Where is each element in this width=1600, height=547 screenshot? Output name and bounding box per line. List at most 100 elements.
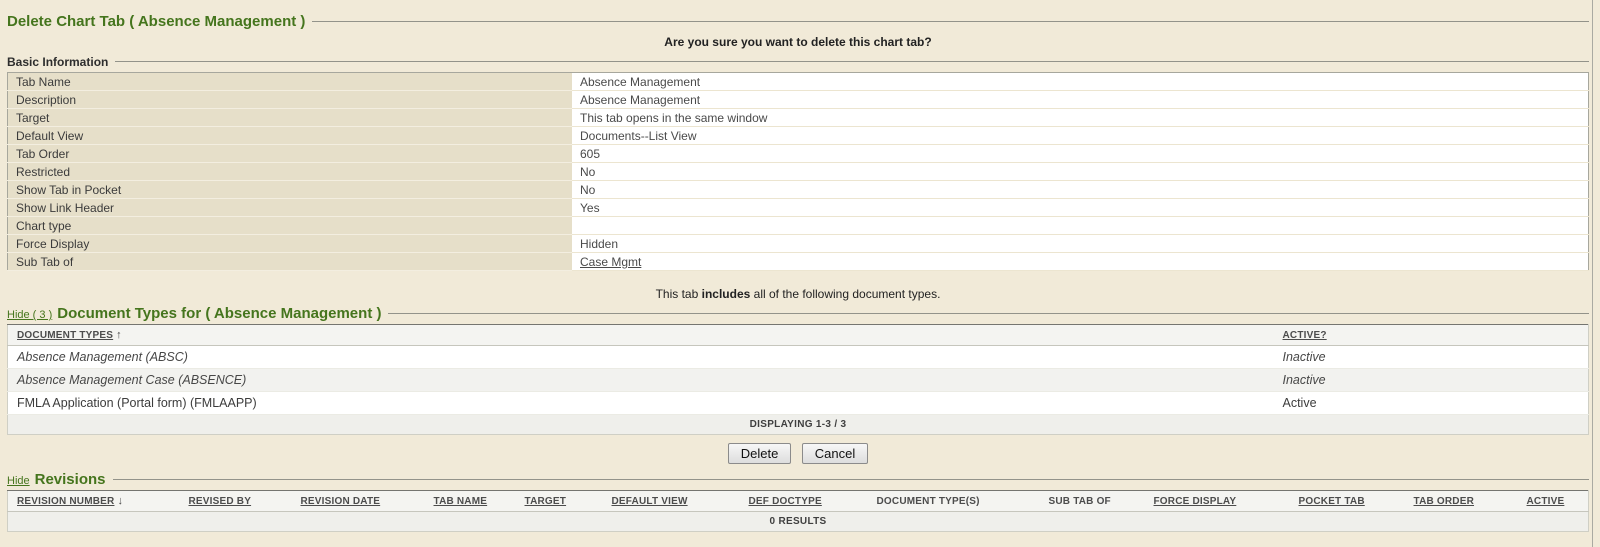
sort-document-types[interactable]: DOCUMENT TYPES <box>17 330 113 341</box>
table-row: Sub Tab of Case Mgmt <box>8 253 1589 271</box>
results-row: 0 RESULTS <box>8 512 1589 532</box>
table-row: Tab Order 605 <box>8 145 1589 163</box>
sort-active[interactable]: ACTIVE? <box>1283 330 1327 341</box>
revisions-title: Revisions <box>35 471 106 488</box>
field-label: Chart type <box>8 217 573 235</box>
field-label: Restricted <box>8 163 573 181</box>
force-display-column-header: FORCE DISPLAY <box>1145 491 1290 512</box>
sort-default-view[interactable]: DEFAULT VIEW <box>612 496 688 507</box>
tab-order-column-header: TAB ORDER <box>1405 491 1518 512</box>
revisions-table: REVISION NUMBER↓ REVISED BY REVISION DAT… <box>7 490 1589 532</box>
basic-info-rule <box>115 61 1589 62</box>
document-types-column-header: DOCUMENT TYPE(S) <box>868 491 1040 512</box>
sort-def-doctype[interactable]: DEF DOCTYPE <box>749 496 822 507</box>
table-row: Restricted No <box>8 163 1589 181</box>
table-row: Tab Name Absence Management <box>8 73 1589 91</box>
field-label: Target <box>8 109 573 127</box>
sort-force-display[interactable]: FORCE DISPLAY <box>1154 496 1237 507</box>
field-value: 605 <box>572 145 1589 163</box>
doc-types-rule <box>388 313 1589 314</box>
field-value: Documents--List View <box>572 127 1589 145</box>
doc-type-name: FMLA Application (Portal form) (FMLAAPP) <box>8 392 1274 415</box>
displaying-count: DISPLAYING 1-3 / 3 <box>8 415 1589 435</box>
field-label: Show Tab in Pocket <box>8 181 573 199</box>
doc-type-active: Inactive <box>1274 346 1589 369</box>
sort-asc-icon: ↑ <box>116 329 122 341</box>
basic-info-table: Tab Name Absence Management Description … <box>7 72 1589 271</box>
results-count: 0 RESULTS <box>8 512 1589 532</box>
table-row: Absence Management (ABSC) Inactive <box>8 346 1589 369</box>
sort-tab-order[interactable]: TAB ORDER <box>1414 496 1475 507</box>
sort-desc-icon: ↓ <box>117 495 123 507</box>
table-row: Show Tab in Pocket No <box>8 181 1589 199</box>
default-view-column-header: DEFAULT VIEW <box>603 491 740 512</box>
doc-type-active: Active <box>1274 392 1589 415</box>
sort-revised-by[interactable]: REVISED BY <box>189 496 252 507</box>
revised-by-column-header: REVISED BY <box>180 491 292 512</box>
table-row: Target This tab opens in the same window <box>8 109 1589 127</box>
table-row: FMLA Application (Portal form) (FMLAAPP)… <box>8 392 1589 415</box>
tab-name-column-header: TAB NAME <box>425 491 516 512</box>
sort-revision-number[interactable]: REVISION NUMBER <box>17 496 114 507</box>
revision-date-column-header: REVISION DATE <box>292 491 425 512</box>
cancel-button[interactable]: Cancel <box>802 443 868 464</box>
confirm-question: Are you sure you want to delete this cha… <box>7 35 1589 49</box>
hide-revisions-link[interactable]: Hide <box>7 475 30 487</box>
field-label: Description <box>8 91 573 109</box>
field-label: Sub Tab of <box>8 253 573 271</box>
revision-number-column-header: REVISION NUMBER↓ <box>8 491 180 512</box>
basic-info-title-row: Basic Information <box>7 55 1589 69</box>
table-row: Description Absence Management <box>8 91 1589 109</box>
includes-note: This tab includes all of the following d… <box>7 287 1589 301</box>
field-value: No <box>572 181 1589 199</box>
doc-types-table: DOCUMENT TYPES↑ ACTIVE? Absence Manageme… <box>7 324 1589 435</box>
frame-divider <box>1592 0 1593 547</box>
includes-note-bold: includes <box>702 287 751 301</box>
active-column-header: ACTIVE <box>1518 491 1589 512</box>
doc-type-active: Inactive <box>1274 369 1589 392</box>
hide-doc-types-link[interactable]: Hide ( 3 ) <box>7 309 52 321</box>
field-value: This tab opens in the same window <box>572 109 1589 127</box>
field-value: Absence Management <box>572 91 1589 109</box>
doc-types-column-header: DOCUMENT TYPES↑ <box>8 325 1274 346</box>
displaying-row: DISPLAYING 1-3 / 3 <box>8 415 1589 435</box>
sub-tab-of-column-header: SUB TAB OF <box>1040 491 1145 512</box>
basic-info-title: Basic Information <box>7 55 108 69</box>
revisions-header-row: REVISION NUMBER↓ REVISED BY REVISION DAT… <box>8 491 1589 512</box>
revisions-rule <box>113 479 1590 480</box>
field-value: Yes <box>572 199 1589 217</box>
doc-types-title: Document Types for ( Absence Management … <box>57 305 381 322</box>
field-value <box>572 217 1589 235</box>
table-row: Force Display Hidden <box>8 235 1589 253</box>
sub-tab-of-link[interactable]: Case Mgmt <box>580 255 641 269</box>
field-label: Tab Order <box>8 145 573 163</box>
def-doctype-column-header: DEF DOCTYPE <box>740 491 868 512</box>
doc-types-title-row: Hide ( 3 ) Document Types for ( Absence … <box>7 305 1589 322</box>
table-row: Absence Management Case (ABSENCE) Inacti… <box>8 369 1589 392</box>
title-rule <box>312 21 1589 22</box>
sort-pocket-tab[interactable]: POCKET TAB <box>1299 496 1365 507</box>
document-types-column-label: DOCUMENT TYPE(S) <box>877 496 980 507</box>
table-row: Default View Documents--List View <box>8 127 1589 145</box>
field-value: No <box>572 163 1589 181</box>
field-value: Hidden <box>572 235 1589 253</box>
sort-target[interactable]: TARGET <box>525 496 567 507</box>
sort-tab-name[interactable]: TAB NAME <box>434 496 488 507</box>
field-value: Case Mgmt <box>572 253 1589 271</box>
revisions-title-row: Hide Revisions <box>7 471 1589 488</box>
doc-types-header-row: DOCUMENT TYPES↑ ACTIVE? <box>8 325 1589 346</box>
includes-note-text: all of the following document types. <box>754 287 941 301</box>
page-title-row: Delete Chart Tab ( Absence Management ) <box>7 0 1589 30</box>
table-row: Show Link Header Yes <box>8 199 1589 217</box>
sort-revision-date[interactable]: REVISION DATE <box>301 496 381 507</box>
doc-type-name: Absence Management Case (ABSENCE) <box>8 369 1274 392</box>
action-buttons: Delete Cancel <box>7 443 1589 464</box>
active-column-header: ACTIVE? <box>1274 325 1589 346</box>
sort-active[interactable]: ACTIVE <box>1527 496 1565 507</box>
field-label: Tab Name <box>8 73 573 91</box>
sub-tab-of-column-label: SUB TAB OF <box>1049 496 1111 507</box>
delete-button[interactable]: Delete <box>728 443 792 464</box>
doc-type-name: Absence Management (ABSC) <box>8 346 1274 369</box>
field-label: Default View <box>8 127 573 145</box>
page-title: Delete Chart Tab ( Absence Management ) <box>7 13 305 30</box>
